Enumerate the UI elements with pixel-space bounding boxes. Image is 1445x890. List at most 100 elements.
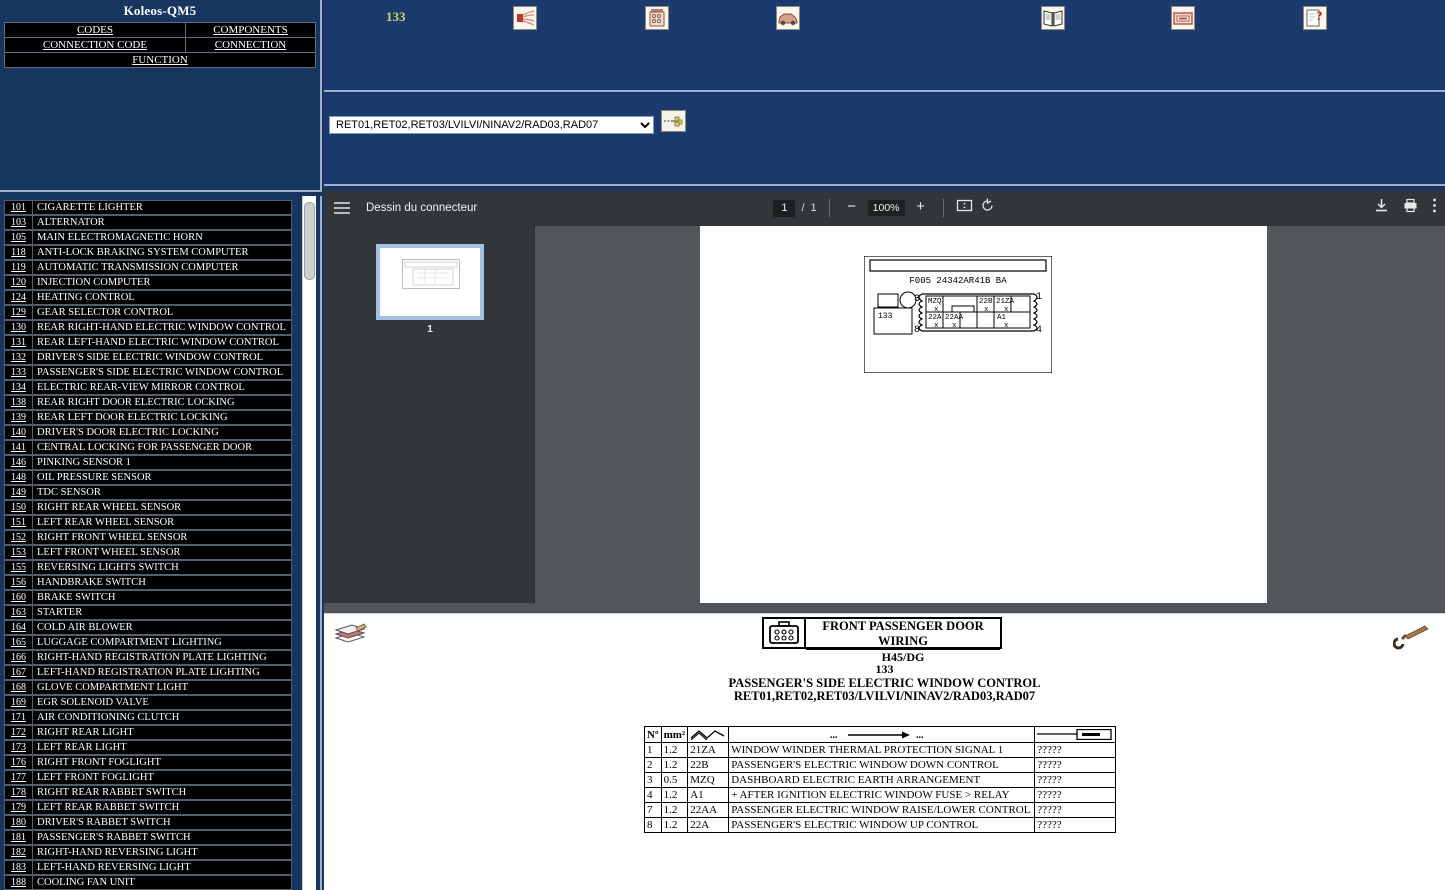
nav-link-components[interactable]: COMPONENTS [213,24,288,36]
list-item[interactable]: 183 LEFT-HAND REVERSING LIGHT [4,860,292,875]
connector-list-icon[interactable] [645,6,669,30]
list-item-code[interactable]: 171 [5,711,33,724]
manual-book-icon[interactable] [1041,6,1065,30]
list-item-code[interactable]: 188 [5,876,33,889]
nav-cell-codes[interactable]: CODES [4,22,186,38]
list-item-code[interactable]: 168 [5,681,33,694]
nav-link-connection-code[interactable]: CONNECTION CODE [43,39,147,51]
list-item[interactable]: 101 CIGARETTE LIGHTER [4,200,292,215]
fit-page-icon[interactable] [956,197,973,219]
list-item[interactable]: 134 ELECTRIC REAR-VIEW MIRROR CONTROL [4,380,292,395]
nav-cell-function[interactable]: FUNCTION [4,52,316,68]
list-item[interactable]: 181 PASSENGER'S RABBET SWITCH [4,830,292,845]
list-item-code[interactable]: 151 [5,516,33,529]
download-icon[interactable] [1374,198,1389,218]
rotate-icon[interactable] [979,197,996,219]
list-item[interactable]: 176 RIGHT FRONT FOGLIGHT [4,755,292,770]
print-icon[interactable] [1403,198,1418,218]
list-item[interactable]: 178 RIGHT REAR RABBET SWITCH [4,785,292,800]
books-icon[interactable] [332,620,368,650]
list-item[interactable]: 124 HEATING CONTROL [4,290,292,305]
list-item-code[interactable]: 172 [5,726,33,739]
list-item-code[interactable]: 133 [5,366,33,379]
list-item[interactable]: 173 LEFT REAR LIGHT [4,740,292,755]
list-item-code[interactable]: 150 [5,501,33,514]
more-options-icon[interactable] [1432,197,1437,219]
list-item[interactable]: 141 CENTRAL LOCKING FOR PASSENGER DOOR [4,440,292,455]
list-item[interactable]: 139 REAR LEFT DOOR ELECTRIC LOCKING [4,410,292,425]
nav-link-connection[interactable]: CONNECTION [215,39,287,51]
list-item[interactable]: 146 PINKING SENSOR 1 [4,455,292,470]
variant-select[interactable]: RET01,RET02,RET03/LVILVI/NINAV2/RAD03,RA… [329,116,654,134]
list-item-code[interactable]: 124 [5,291,33,304]
list-item-code[interactable]: 138 [5,396,33,409]
list-item-code[interactable]: 132 [5,351,33,364]
list-item[interactable]: 165 LUGGAGE COMPARTMENT LIGHTING [4,635,292,650]
list-item-code[interactable]: 120 [5,276,33,289]
list-item-code[interactable]: 167 [5,666,33,679]
list-item[interactable]: 171 AIR CONDITIONING CLUTCH [4,710,292,725]
list-item[interactable]: 140 DRIVER'S DOOR ELECTRIC LOCKING [4,425,292,440]
list-item[interactable]: 153 LEFT FRONT WHEEL SENSOR [4,545,292,560]
list-item[interactable]: 129 GEAR SELECTOR CONTROL [4,305,292,320]
list-item-code[interactable]: 152 [5,531,33,544]
zoom-out-button[interactable]: − [842,198,862,218]
list-item-code[interactable]: 169 [5,696,33,709]
list-item[interactable]: 179 LEFT REAR RABBET SWITCH [4,800,292,815]
list-item-code[interactable]: 140 [5,426,33,439]
list-item-code[interactable]: 163 [5,606,33,619]
help-document-icon[interactable]: ? [1303,6,1327,30]
list-item-code[interactable]: 134 [5,381,33,394]
list-item[interactable]: 182 RIGHT-HAND REVERSING LIGHT [4,845,292,860]
list-item[interactable]: 138 REAR RIGHT DOOR ELECTRIC LOCKING [4,395,292,410]
list-item-code[interactable]: 139 [5,411,33,424]
list-item[interactable]: 168 GLOVE COMPARTMENT LIGHT [4,680,292,695]
list-item-code[interactable]: 179 [5,801,33,814]
list-item-code[interactable]: 119 [5,261,33,274]
list-item-code[interactable]: 176 [5,756,33,769]
components-list-scrollbar[interactable] [302,196,316,890]
list-item-code[interactable]: 103 [5,216,33,229]
list-item[interactable]: 164 COLD AIR BLOWER [4,620,292,635]
list-item[interactable]: 105 MAIN ELECTROMAGNETIC HORN [4,230,292,245]
list-item[interactable]: 167 LEFT-HAND REGISTRATION PLATE LIGHTING [4,665,292,680]
list-item[interactable]: 150 RIGHT REAR WHEEL SENSOR [4,500,292,515]
nav-link-function[interactable]: FUNCTION [132,54,188,66]
pdf-thumbnail-page-1[interactable] [376,244,484,320]
wiring-harness-icon[interactable] [513,6,537,30]
list-item-code[interactable]: 180 [5,816,33,829]
list-item[interactable]: 156 HANDBRAKE SWITCH [4,575,292,590]
list-item[interactable]: 131 REAR LEFT-HAND ELECTRIC WINDOW CONTRO… [4,335,292,350]
list-item[interactable]: 169 EGR SOLENOID VALVE [4,695,292,710]
list-item-code[interactable]: 129 [5,306,33,319]
list-item[interactable]: 149 TDC SENSOR [4,485,292,500]
list-item-code[interactable]: 148 [5,471,33,484]
list-item-code[interactable]: 160 [5,591,33,604]
vehicle-icon[interactable] [776,6,800,30]
list-item-code[interactable]: 141 [5,441,33,454]
list-item[interactable]: 132 DRIVER'S SIDE ELECTRIC WINDOW CONTROL [4,350,292,365]
hamburger-menu-icon[interactable] [324,190,360,226]
list-item[interactable]: 152 RIGHT FRONT WHEEL SENSOR [4,530,292,545]
list-item-code[interactable]: 155 [5,561,33,574]
list-item[interactable]: 130 REAR RIGHT-HAND ELECTRIC WINDOW CONTR… [4,320,292,335]
list-item[interactable]: 155 REVERSING LIGHTS SWITCH [4,560,292,575]
list-item[interactable]: 177 LEFT FRONT FOGLIGHT [4,770,292,785]
list-item[interactable]: 120 INJECTION COMPUTER [4,275,292,290]
list-item-code[interactable]: 130 [5,321,33,334]
page-number-input[interactable]: 1 [773,199,796,217]
list-item-code[interactable]: 183 [5,861,33,874]
nav-cell-connection[interactable]: CONNECTION [184,37,317,53]
scrollbar-thumb[interactable] [304,202,315,280]
list-item[interactable]: 188 COOLING FAN UNIT [4,875,292,890]
list-item-code[interactable]: 177 [5,771,33,784]
list-item[interactable]: 103 ALTERNATOR [4,215,292,230]
list-item-code[interactable]: 118 [5,246,33,259]
list-item[interactable]: 118 ANTI-LOCK BRAKING SYSTEM COMPUTER [4,245,292,260]
list-item[interactable]: 163 STARTER [4,605,292,620]
list-item[interactable]: 119 AUTOMATIC TRANSMISSION COMPUTER [4,260,292,275]
list-item-code[interactable]: 131 [5,336,33,349]
list-item[interactable]: 133 PASSENGER'S SIDE ELECTRIC WINDOW CONT… [4,365,292,380]
list-item-code[interactable]: 153 [5,546,33,559]
list-item[interactable]: 180 DRIVER'S RABBET SWITCH [4,815,292,830]
